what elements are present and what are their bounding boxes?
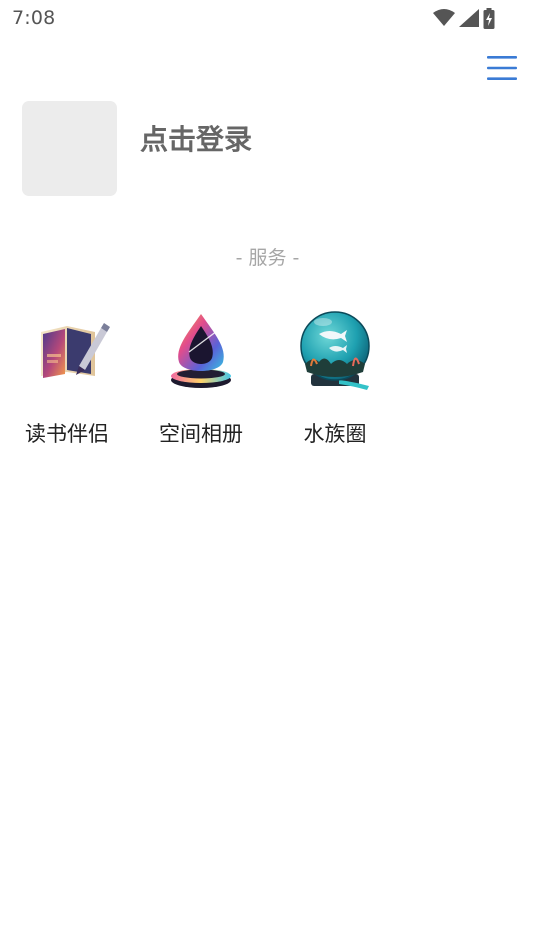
wifi-icon (433, 9, 455, 26)
book-pen-icon (41, 323, 110, 378)
service-label: 读书伴侣 (25, 422, 109, 446)
droplet-album-icon (171, 314, 231, 388)
service-reading-companion[interactable]: 读书伴侣 (12, 304, 122, 448)
aquarium-globe-icon (300, 311, 370, 390)
status-icons (433, 7, 495, 29)
avatar[interactable] (22, 101, 117, 196)
service-aquarium-circle[interactable]: 水族圈 (280, 304, 390, 448)
services-title: - 服务 - (235, 247, 300, 269)
cell-signal-icon (459, 9, 479, 27)
status-bar: 7:08 (0, 0, 535, 36)
login-link[interactable]: 点击登录 (140, 118, 252, 158)
service-label: 空间相册 (159, 422, 243, 446)
screen: 7:08 点击登录 - 服务 - 读书伴侣 空间相册 水族圈 (0, 0, 535, 951)
battery-icon (483, 7, 495, 29)
status-time: 7:08 (12, 7, 56, 29)
menu-icon[interactable] (486, 55, 518, 81)
service-label: 水族圈 (303, 422, 367, 446)
service-space-album[interactable]: 空间相册 (146, 304, 256, 448)
